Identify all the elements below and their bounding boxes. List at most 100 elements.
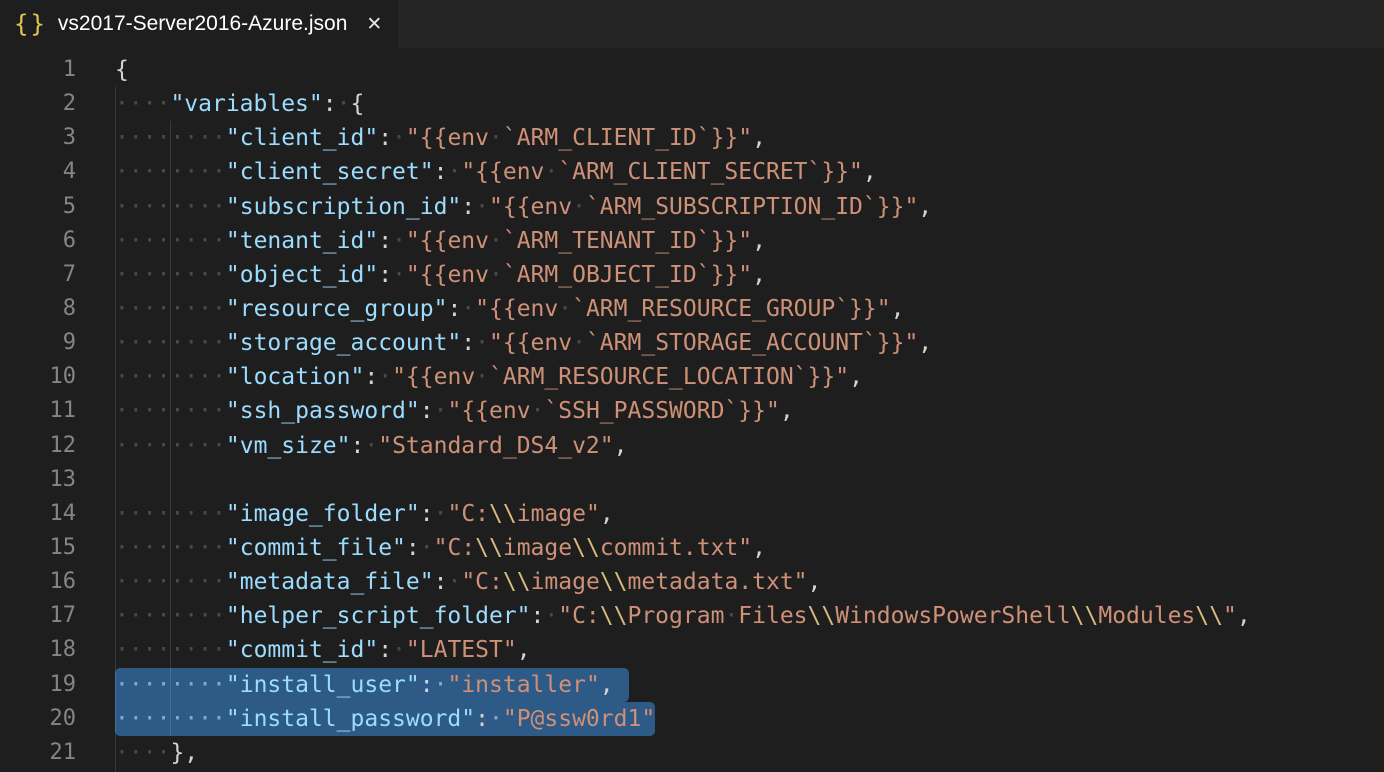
whitespace-dot: · (337, 91, 351, 117)
whitespace-dot: · (170, 364, 184, 390)
code-line[interactable]: ····"variables":·{ (115, 87, 1384, 121)
code-token: "P@ssw0rd1" (503, 706, 655, 732)
code-line[interactable]: ········"commit_id":·"LATEST", (115, 633, 1384, 667)
code-line[interactable]: ········"vm_size":·"Standard_DS4_v2", (115, 429, 1384, 463)
line-number[interactable]: 14 (0, 497, 115, 531)
code-area[interactable]: {····"variables":·{········"client_id":·… (115, 53, 1384, 772)
code-token: : (351, 433, 365, 459)
whitespace-dot: · (129, 706, 143, 732)
code-token: : (378, 125, 392, 151)
code-token: , (918, 330, 932, 356)
whitespace-dot: · (115, 159, 129, 185)
code-line[interactable]: ····}, (115, 736, 1384, 770)
code-line[interactable]: ········"install_password":·"P@ssw0rd1" (115, 702, 1384, 736)
code-token: : (531, 603, 545, 629)
line-number[interactable]: 16 (0, 565, 115, 599)
code-line[interactable]: ········"subscription_id":·"{{env·`ARM_S… (115, 190, 1384, 224)
line-number[interactable]: 21 (0, 736, 115, 770)
code-token: , (1237, 603, 1251, 629)
whitespace-dot: · (170, 569, 184, 595)
whitespace-dot: · (544, 603, 558, 629)
code-line[interactable]: ········"metadata_file":·"C:\\image\\met… (115, 565, 1384, 599)
code-token: }, (170, 740, 198, 766)
line-number[interactable]: 12 (0, 429, 115, 463)
code-token: : (378, 262, 392, 288)
line-number[interactable]: 5 (0, 190, 115, 224)
code-line[interactable]: ········"install_user":·"installer", (115, 668, 1384, 702)
code-line[interactable]: ········"location":·"{{env·`ARM_RESOURCE… (115, 360, 1384, 394)
whitespace-dot: · (129, 330, 143, 356)
whitespace-dot: · (115, 91, 129, 117)
code-token: : (420, 398, 434, 424)
line-number[interactable]: 9 (0, 326, 115, 360)
code-line[interactable] (115, 463, 1384, 497)
whitespace-dot: · (212, 706, 226, 732)
whitespace-dot: · (129, 159, 143, 185)
code-token: : (420, 501, 434, 527)
whitespace-dot: · (170, 672, 184, 698)
code-line[interactable]: { (115, 53, 1384, 87)
code-token: `ARM_CLIENT_SECRET`}}" (558, 159, 863, 185)
line-number[interactable]: 1 (0, 53, 115, 87)
line-number[interactable]: 18 (0, 633, 115, 667)
whitespace-dot: · (115, 364, 129, 390)
whitespace-dot: · (157, 637, 171, 663)
line-number[interactable]: 10 (0, 360, 115, 394)
whitespace-dot: · (198, 330, 212, 356)
whitespace-dot: · (115, 296, 129, 322)
line-number[interactable]: 20 (0, 702, 115, 736)
whitespace-dot: · (143, 194, 157, 220)
line-number[interactable]: 8 (0, 292, 115, 326)
code-line[interactable]: ········"resource_group":·"{{env·`ARM_RE… (115, 292, 1384, 326)
whitespace-dot: · (198, 262, 212, 288)
code-token: `ARM_CLIENT_ID`}}" (503, 125, 752, 151)
whitespace-dot: · (198, 569, 212, 595)
code-line[interactable]: ········"image_folder":·"C:\\image", (115, 497, 1384, 531)
line-number[interactable]: 7 (0, 258, 115, 292)
code-line[interactable]: ········"ssh_password":·"{{env·`SSH_PASS… (115, 394, 1384, 428)
whitespace-dot: · (157, 91, 171, 117)
line-number[interactable]: 2 (0, 87, 115, 121)
line-number[interactable]: 11 (0, 394, 115, 428)
whitespace-dot: · (115, 603, 129, 629)
code-token: , (752, 535, 766, 561)
code-line[interactable]: ········"tenant_id":·"{{env·`ARM_TENANT_… (115, 224, 1384, 258)
whitespace-dot: · (129, 296, 143, 322)
line-number[interactable]: 3 (0, 121, 115, 155)
line-number[interactable]: 4 (0, 155, 115, 189)
whitespace-dot: · (198, 433, 212, 459)
whitespace-dot: · (184, 672, 198, 698)
code-token: "{{env (489, 330, 572, 356)
code-line[interactable]: ········"client_id":·"{{env·`ARM_CLIENT_… (115, 121, 1384, 155)
line-number[interactable]: 15 (0, 531, 115, 565)
tab-vs2017-server2016-azure[interactable]: {} vs2017-Server2016-Azure.json ✕ (0, 0, 398, 48)
code-token: : (475, 706, 489, 732)
whitespace-dot: · (198, 535, 212, 561)
whitespace-dot: · (115, 706, 129, 732)
code-token: \\ (1071, 603, 1099, 629)
whitespace-dot: · (143, 706, 157, 732)
code-line[interactable]: ········"object_id":·"{{env·`ARM_OBJECT_… (115, 258, 1384, 292)
line-number[interactable]: 19 (0, 668, 115, 702)
code-line[interactable]: ········"storage_account":·"{{env·`ARM_S… (115, 326, 1384, 360)
code-token: , (863, 159, 877, 185)
code-line[interactable]: ········"client_secret":·"{{env·`ARM_CLI… (115, 155, 1384, 189)
line-number[interactable]: 17 (0, 599, 115, 633)
whitespace-dot: · (489, 706, 503, 732)
whitespace-dot: · (157, 672, 171, 698)
whitespace-dot: · (489, 262, 503, 288)
line-number[interactable]: 13 (0, 463, 115, 497)
code-token: "subscription_id" (226, 194, 461, 220)
code-token: Program (627, 603, 724, 629)
code-line[interactable]: ········"helper_script_folder":·"C:\\Pro… (115, 599, 1384, 633)
code-token: : (406, 535, 420, 561)
whitespace-dot: · (212, 569, 226, 595)
line-number[interactable]: 6 (0, 224, 115, 258)
code-line[interactable]: ········"commit_file":·"C:\\image\\commi… (115, 531, 1384, 565)
code-token: : (434, 569, 448, 595)
whitespace-dot: · (115, 740, 129, 766)
editor-area[interactable]: 123456789101112131415161718192021 {····"… (0, 48, 1384, 772)
whitespace-dot: · (143, 603, 157, 629)
code-token: : (378, 228, 392, 254)
tab-close-icon[interactable]: ✕ (366, 13, 382, 35)
